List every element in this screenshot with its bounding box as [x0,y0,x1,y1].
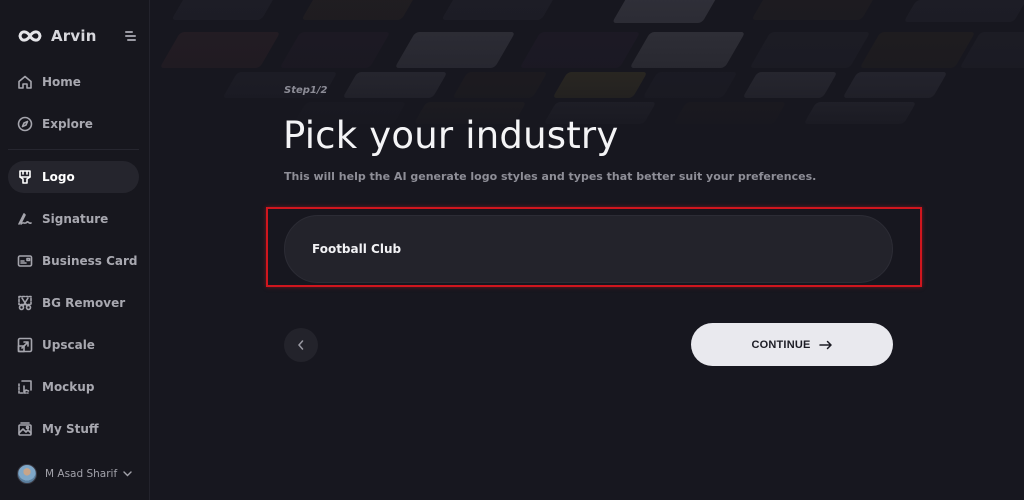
signature-icon [17,211,33,227]
brand[interactable]: Arvin [17,27,97,45]
continue-label: CONTINUE [751,338,811,351]
sidebar-item-label: Logo [42,170,75,184]
sidebar-item-my-stuff[interactable]: My Stuff [8,413,139,445]
sidebar-divider [8,149,139,150]
sidebar-item-label: Explore [42,117,93,131]
sidebar-item-label: BG Remover [42,296,126,310]
sidebar-item-label: Home [42,75,81,89]
sidebar-item-label: Business Card [42,254,138,268]
arrow-right-icon [818,340,832,349]
chevron-down-icon [123,471,132,477]
page-subtitle: This will help the AI generate logo styl… [284,170,817,183]
brush-icon [17,169,33,185]
sidebar-item-label: Signature [42,212,109,226]
gallery-icon [17,421,33,437]
sidebar-item-mockup[interactable]: Mockup [8,371,139,403]
brand-name: Arvin [51,27,97,45]
industry-input-container[interactable] [284,215,893,283]
home-icon [17,74,33,90]
arvin-logo-icon [18,30,42,42]
upscale-icon [17,337,33,353]
sidebar-item-explore[interactable]: Explore [8,108,139,140]
sidebar-item-home[interactable]: Home [8,66,139,98]
sidebar-item-label: My Stuff [42,422,99,436]
user-menu[interactable]: M Asad Sharif [17,464,132,484]
sidebar-item-label: Mockup [42,380,95,394]
sidebar-item-bg-remover[interactable]: BG Remover [8,287,139,319]
mockup-icon [17,379,33,395]
page-title: Pick your industry [283,114,619,157]
sidebar-item-upscale[interactable]: Upscale [8,329,139,361]
industry-input[interactable] [312,238,872,260]
avatar [17,464,37,484]
sidebar-item-label: Upscale [42,338,95,352]
sidebar: Arvin Home Explore Logo Signature Busine… [0,0,150,500]
step-indicator: Step1/2 [284,85,328,96]
sidebar-item-signature[interactable]: Signature [8,203,139,235]
sidebar-item-business-card[interactable]: Business Card [8,245,139,277]
continue-button[interactable]: CONTINUE [691,323,893,366]
card-icon [17,253,33,269]
main-content: Step1/2 Pick your industry This will hel… [150,0,1024,500]
user-name: M Asad Sharif [45,468,118,480]
scissors-icon [17,295,33,311]
collapse-menu-icon[interactable] [125,31,137,41]
back-button[interactable] [284,328,318,362]
sidebar-item-logo[interactable]: Logo [8,161,139,193]
compass-icon [17,116,33,132]
chevron-left-icon [298,340,304,350]
